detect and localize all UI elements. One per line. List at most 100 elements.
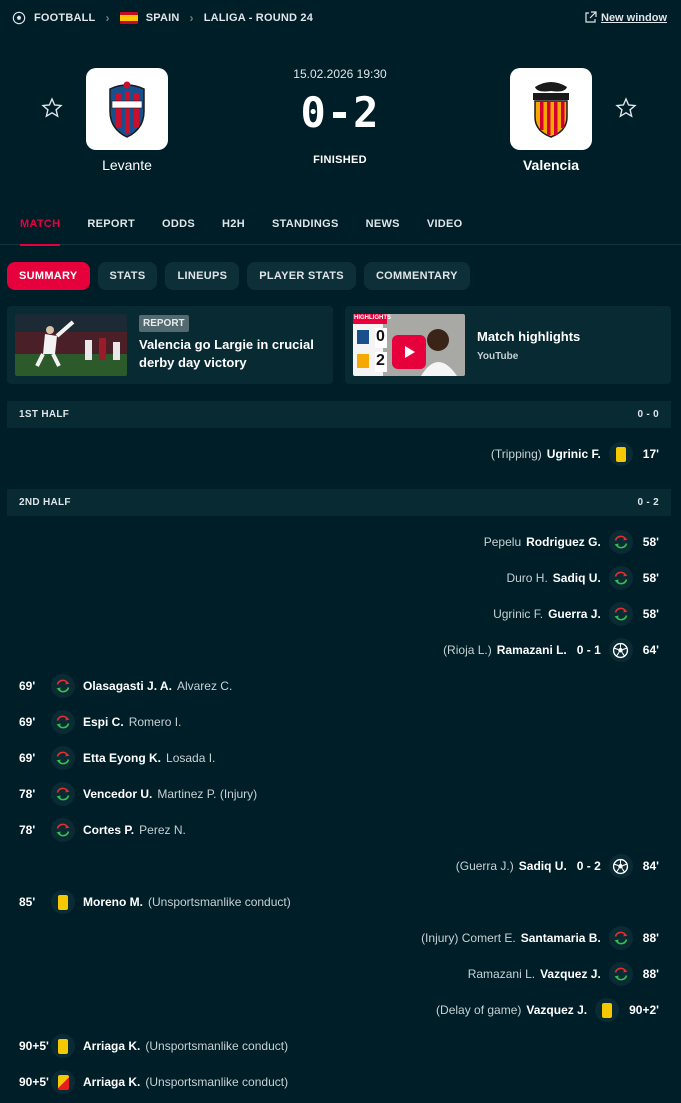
subtab-stats[interactable]: STATS [97,262,158,290]
incident-player[interactable]: Vencedor U. [83,787,152,801]
incident-minute: 17' [642,447,659,461]
substitution-icon [614,607,628,621]
subtab-summary[interactable]: SUMMARY [7,262,90,290]
incident-player[interactable]: Ugrinic F. [547,447,601,461]
incident-player[interactable]: Santamaria B. [521,931,601,945]
subtab-lineups[interactable]: LINEUPS [165,262,240,290]
yellow-card-icon-wrap [51,890,75,914]
incident-player[interactable]: Espi C. [83,715,124,729]
home-team-logo[interactable] [86,68,168,150]
highlights-card[interactable]: HIGHLIGHTS 0 2 Match highlights YouTube [345,306,671,384]
incident-player[interactable]: Arriaga K. [83,1039,140,1053]
sub-tabs: SUMMARY STATS LINEUPS PLAYER STATS COMME… [7,262,478,290]
substitution-icon-wrap [608,602,633,626]
report-badge: REPORT [139,315,189,332]
incident-player[interactable]: Rodriguez G. [526,535,601,549]
tab-news[interactable]: NEWS [366,206,400,245]
breadcrumb-country[interactable]: SPAIN [146,12,180,24]
substitution-icon-wrap [608,566,633,590]
goal-icon-wrap [608,638,633,662]
half-header-second: 2ND HALF 0 - 2 [7,489,671,516]
incident-minute: 58' [642,571,659,585]
match-score: 0-2 [240,88,440,137]
tab-match[interactable]: MATCH [20,206,61,246]
new-window-link[interactable]: New window [584,11,667,24]
incident-player[interactable]: Guerra J. [548,607,601,621]
incident-row: 85' Moreno M. (Unsportsmanlike conduct) [19,889,291,915]
incident-player[interactable]: Sadiq U. [553,571,601,585]
tab-odds[interactable]: ODDS [162,206,195,245]
incident-minute: 85' [19,895,36,909]
incident-minute: 90+2' [629,1003,659,1017]
report-card[interactable]: REPORT Valencia go Largie in crucial der… [7,306,333,384]
incident-player[interactable]: Moreno M. [83,895,143,909]
incident-detail: (Injury) Comert E. [421,931,516,945]
breadcrumb-competition[interactable]: LALIGA - ROUND 24 [204,12,313,24]
half-score: 0 - 0 [637,409,659,420]
incident-row: (Delay of game) Vazquez J. 90+2' [436,997,659,1023]
incident-row: 78' Vencedor U. Martinez P. (Injury) [19,781,257,807]
goal-icon-wrap [608,854,633,878]
incident-goal-score: 0 - 2 [576,859,601,873]
incident-detail: (Rioja L.) [443,643,492,657]
report-photo-image [15,314,127,376]
incident-minute: 58' [642,607,659,621]
tab-standings[interactable]: STANDINGS [272,206,339,245]
substitution-icon [56,751,70,765]
incident-minute: 69' [19,751,36,765]
highlights-thumb-away-score: 2 [376,352,385,369]
chevron-right-icon: › [105,11,110,25]
breadcrumb-sport[interactable]: FOOTBALL [34,12,95,24]
incident-detail: (Unsportsmanlike conduct) [148,895,291,909]
tab-h2h[interactable]: H2H [222,206,245,245]
incident-player[interactable]: Olasagasti J. A. [83,679,172,693]
subtab-commentary[interactable]: COMMENTARY [363,262,470,290]
incident-player[interactable]: Vazquez J. [526,1003,587,1017]
incident-player[interactable]: Arriaga K. [83,1075,140,1089]
half-header-first: 1ST HALF 0 - 0 [7,401,671,428]
play-button[interactable] [392,335,426,369]
incident-minute: 90+5' [19,1075,49,1089]
home-team-name[interactable]: Levante [47,157,207,173]
home-score: 0 [300,88,327,137]
favorite-home-star-icon[interactable] [40,96,64,120]
report-thumbnail [15,314,127,376]
substitution-icon [614,571,628,585]
away-team-name[interactable]: Valencia [471,157,631,173]
incident-detail: Ramazani L. [467,967,536,981]
incident-minute: 69' [19,679,36,693]
incident-row: 69' Olasagasti J. A. Alvarez C. [19,673,232,699]
tab-video[interactable]: VIDEO [427,206,463,245]
away-team-logo[interactable] [510,68,592,150]
favorite-away-star-icon[interactable] [614,96,638,120]
highlights-source: YouTube [477,351,519,362]
incident-row: 69' Espi C. Romero I. [19,709,181,735]
substitution-icon [614,535,628,549]
incident-row: 90+5' Arriaga K. (Unsportsmanlike conduct) [19,1069,288,1095]
incident-row: Duro H. Sadiq U. 58' [506,565,659,591]
substitution-icon-wrap [51,818,75,842]
incident-detail: Pepelu [483,535,522,549]
goal-ball-icon [613,858,629,874]
incident-player[interactable]: Etta Eyong K. [83,751,161,765]
main-tabs: MATCH REPORT ODDS H2H STANDINGS NEWS VID… [0,206,681,246]
incident-detail: (Unsportsmanlike conduct) [145,1075,289,1089]
incident-detail: Romero I. [128,715,182,729]
yellow-card-icon-wrap [51,1034,75,1058]
incident-detail: Duro H. [506,571,548,585]
incident-minute: 88' [642,967,659,981]
subtab-player-stats[interactable]: PLAYER STATS [247,262,356,290]
yellow-card-icon [58,1038,68,1054]
incident-row: 78' Cortes P. Perez N. [19,817,186,843]
highlights-title: Match highlights [477,329,581,344]
incident-row: Ramazani L. Vazquez J. 88' [468,961,659,987]
incident-minute: 78' [19,823,36,837]
score-separator: - [326,88,354,137]
incident-player[interactable]: Cortes P. [83,823,134,837]
incident-player[interactable]: Vazquez J. [540,967,601,981]
incident-row: 69' Etta Eyong K. Losada I. [19,745,215,771]
report-title-line-2: derby day victory [139,355,247,370]
incident-player[interactable]: Ramazani L. [497,643,567,657]
tab-report[interactable]: REPORT [87,206,135,245]
incident-player[interactable]: Sadiq U. [519,859,567,873]
